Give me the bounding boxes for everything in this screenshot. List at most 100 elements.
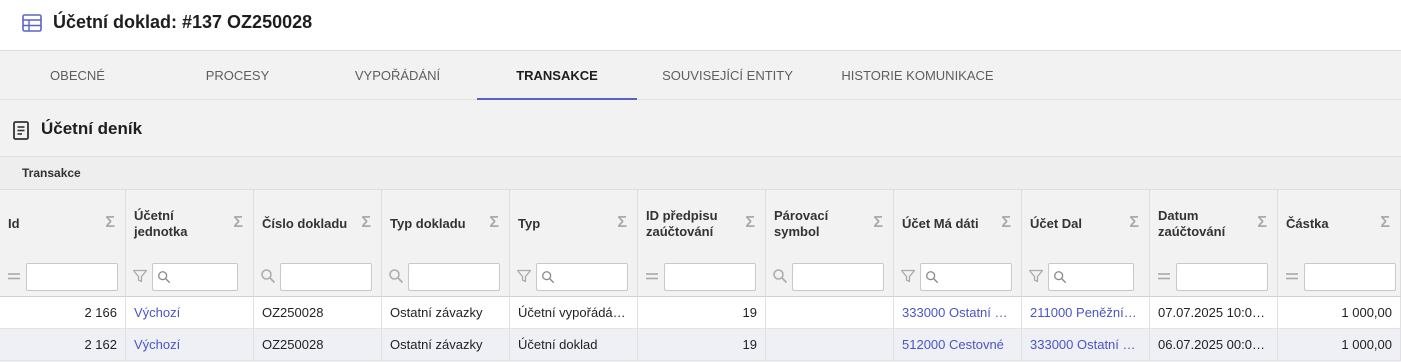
filter-input[interactable] (408, 263, 500, 291)
column-header[interactable]: Typ Σ (510, 190, 638, 257)
funnel-icon (516, 269, 532, 283)
filter-input[interactable] (664, 263, 756, 291)
journal-icon (13, 121, 29, 140)
search-icon (926, 271, 939, 284)
filter-input[interactable] (280, 263, 372, 291)
filter-cell (254, 257, 382, 297)
sum-icon[interactable]: Σ (745, 214, 755, 232)
filter-input[interactable] (26, 263, 118, 291)
column-header-label: Párovací symbol (774, 207, 829, 239)
table-cell-link[interactable]: 333000 Ostatní … (1022, 329, 1150, 361)
table-cell-link[interactable]: 333000 Ostatní … (894, 297, 1022, 329)
column-header-label: Účet Dal (1030, 215, 1083, 231)
column-header-label: Číslo dokladu (262, 215, 348, 231)
column-header-label: Částka (1286, 215, 1329, 231)
column-header[interactable]: Částka Σ (1278, 190, 1401, 257)
section-title: Účetní deník (41, 119, 143, 138)
table-cell (766, 297, 894, 329)
tab-vyporadani[interactable]: VYPOŘÁDÁNÍ (320, 51, 475, 100)
filter-cell (382, 257, 510, 297)
table-cell: Ostatní závazky (382, 329, 510, 361)
table-cell: OZ250028 (254, 329, 382, 361)
tab-obecne[interactable]: OBECNÉ (0, 51, 155, 100)
search-icon (773, 269, 788, 284)
column-header[interactable]: ID předpisu zaúčtování Σ (638, 190, 766, 257)
table-cell: Účetní vypořádá… (510, 297, 638, 329)
page-title: Účetní doklad: #137 OZ250028 (53, 12, 313, 32)
table-row[interactable]: 2 166 Výchozí OZ250028 Ostatní závazky Účetn… (0, 297, 1401, 329)
equals-icon (8, 273, 20, 280)
column-header[interactable]: Párovací symbol Σ (766, 190, 894, 257)
sum-icon[interactable]: Σ (617, 214, 627, 232)
filter-input[interactable] (152, 263, 238, 291)
column-header-label: Id (8, 215, 20, 231)
section-header: Účetní deník (0, 101, 1401, 156)
table-cell-link[interactable]: 211000 Peněžní… (1022, 297, 1150, 329)
sum-icon[interactable]: Σ (233, 214, 243, 232)
column-header[interactable]: Id Σ (0, 190, 126, 257)
sum-icon[interactable]: Σ (1380, 214, 1390, 232)
grid-subheader: Transakce (0, 156, 1401, 190)
table-icon (22, 14, 42, 32)
funnel-icon (1028, 269, 1044, 283)
filter-cell (1150, 257, 1278, 297)
table-cell (766, 329, 894, 361)
column-header[interactable]: Účet Dal Σ (1022, 190, 1150, 257)
column-header-label: Účet Má dáti (902, 215, 979, 231)
table-cell: 1 000,00 (1278, 329, 1401, 361)
sum-icon[interactable]: Σ (873, 214, 883, 232)
filter-input[interactable] (536, 263, 628, 291)
column-header-label: Účetní jednotka (134, 207, 188, 239)
sum-icon[interactable]: Σ (1129, 214, 1139, 232)
search-icon (389, 269, 404, 284)
sum-icon[interactable]: Σ (1257, 214, 1267, 232)
filter-cell (894, 257, 1022, 297)
sum-icon[interactable]: Σ (489, 214, 499, 232)
filter-cell (638, 257, 766, 297)
filter-input[interactable] (1048, 263, 1134, 291)
table-cell: 1 000,00 (1278, 297, 1401, 329)
filter-cell (0, 257, 126, 297)
tab-souvisejici-entity[interactable]: SOUVISEJÍCÍ ENTITY (640, 51, 815, 100)
filter-input[interactable] (792, 263, 884, 291)
page-header: Účetní doklad: #137 OZ250028 (0, 0, 1401, 51)
filter-cell (1278, 257, 1401, 297)
table-cell: Ostatní závazky (382, 297, 510, 329)
table-cell-link[interactable]: 512000 Cestovné (894, 329, 1022, 361)
column-header[interactable]: Účetní jednotka Σ (126, 190, 254, 257)
filter-input[interactable] (1176, 263, 1268, 291)
sum-icon[interactable]: Σ (361, 214, 371, 232)
table-row[interactable]: 2 162 Výchozí OZ250028 Ostatní závazky Účetn… (0, 329, 1401, 361)
filter-input[interactable] (920, 263, 1012, 291)
funnel-icon (132, 269, 148, 283)
sum-icon[interactable]: Σ (105, 214, 115, 232)
column-header-label: Datum zaúčtování (1158, 207, 1226, 239)
tab-historie-komunikace[interactable]: HISTORIE KOMUNIKACE (820, 51, 1015, 100)
table-cell-link[interactable]: Výchozí (126, 329, 254, 361)
table-cell-link[interactable]: Výchozí (126, 297, 254, 329)
filter-cell (126, 257, 254, 297)
column-header[interactable]: Typ dokladu Σ (382, 190, 510, 257)
sum-icon[interactable]: Σ (1001, 214, 1011, 232)
column-header[interactable]: Datum zaúčtování Σ (1150, 190, 1278, 257)
table-cell: 19 (638, 297, 766, 329)
search-icon (261, 269, 276, 284)
equals-icon (1286, 273, 1298, 280)
table-cell: Účetní doklad (510, 329, 638, 361)
funnel-icon (900, 269, 916, 283)
search-icon (542, 271, 555, 284)
search-icon (1054, 271, 1067, 284)
table-cell: 06.07.2025 00:0… (1150, 329, 1278, 361)
table-cell: 19 (638, 329, 766, 361)
column-header[interactable]: Účet Má dáti Σ (894, 190, 1022, 257)
column-header[interactable]: Číslo dokladu Σ (254, 190, 382, 257)
filter-cell (510, 257, 638, 297)
filter-cell (1022, 257, 1150, 297)
tab-transakce[interactable]: TRANSAKCE (477, 51, 637, 100)
column-header-label: Typ dokladu (390, 215, 466, 231)
table-cell: OZ250028 (254, 297, 382, 329)
tab-procesy[interactable]: PROCESY (160, 51, 315, 100)
filter-input[interactable] (1304, 263, 1396, 291)
column-header-label: Typ (518, 215, 541, 231)
column-header-label: ID předpisu zaúčtování (646, 207, 718, 239)
